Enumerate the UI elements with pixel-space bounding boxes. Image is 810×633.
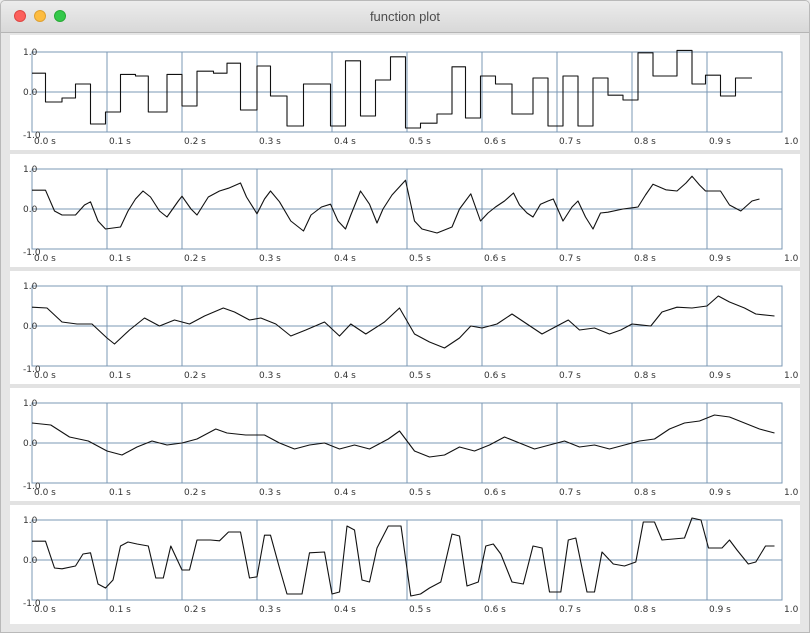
x-tick-label: 0.8 s <box>634 137 656 147</box>
x-tick-label: 0.0 s <box>34 605 56 615</box>
x-tick-label: 0.6 s <box>484 137 506 147</box>
panel-separator <box>10 384 800 388</box>
window-title: function plot <box>369 9 441 24</box>
x-tick-label: 0.9 s <box>709 254 731 264</box>
x-tick-label: 0.9 s <box>709 605 731 615</box>
x-tick-label: 0.1 s <box>109 137 131 147</box>
y-tick-label: 0.0 <box>23 439 38 449</box>
x-tick-label: 0.4 s <box>334 371 356 381</box>
x-tick-label: 0.1 s <box>109 371 131 381</box>
panel-separator <box>10 267 800 271</box>
x-tick-label: 0.1 s <box>109 605 131 615</box>
x-tick-label: 0.9 s <box>709 488 731 498</box>
x-tick-label: 0.4 s <box>334 605 356 615</box>
x-tick-label: 0.2 s <box>184 254 206 264</box>
x-tick-label: 0.9 s <box>709 137 731 147</box>
x-tick-label: 0.8 s <box>634 371 656 381</box>
x-tick-label: 0.5 s <box>409 488 431 498</box>
x-tick-label: 0.0 s <box>34 137 56 147</box>
y-tick-label: 1.0 <box>23 48 38 58</box>
x-tick-label: 0.7 s <box>559 605 581 615</box>
x-tick-label: 0.4 s <box>334 254 356 264</box>
x-tick-label: 0.3 s <box>259 137 281 147</box>
plot-panel-5: 1.00.0-1.00.0 s 0.1 s 0.2 s 0.3 s 0.4 s 0.5 s… <box>23 516 799 615</box>
x-tick-label: 0.0 s <box>34 488 56 498</box>
x-tick-label: 0.5 s <box>409 371 431 381</box>
plot-panel-2: 1.00.0-1.00.0 s 0.1 s 0.2 s 0.3 s 0.4 s 0.5 s… <box>23 165 799 264</box>
x-tick-label: 0.4 s <box>334 137 356 147</box>
series-line <box>32 175 760 234</box>
x-tick-label: 0.2 s <box>184 488 206 498</box>
y-tick-label: 0.0 <box>23 322 38 332</box>
y-tick-label: 0.0 <box>23 205 38 215</box>
series-line <box>32 49 752 129</box>
y-tick-label: 1.0 <box>23 516 38 526</box>
x-tick-label: 0.8 s <box>634 605 656 615</box>
y-tick-label: 1.0 <box>23 282 38 292</box>
x-tick-label: 0.1 s <box>109 254 131 264</box>
x-tick-label: 0.1 s <box>109 488 131 498</box>
x-tick-label: 0.9 s <box>709 371 731 381</box>
x-tick-label: 0.5 s <box>409 137 431 147</box>
x-tick-label: 0.0 s <box>34 254 56 264</box>
plot-panel-1: 1.00.0-1.00.0 s 0.1 s 0.2 s 0.3 s 0.4 s 0.5 s… <box>23 48 799 147</box>
app-window: function plot 1.0 0.0 -1.0 0.0 s 0.1 s 0.2 s0… <box>0 0 810 633</box>
panel-separator <box>10 501 800 505</box>
x-tick-label: 0.4 s <box>334 488 356 498</box>
x-tick-label: 0.3 s <box>259 488 281 498</box>
x-tick-label: 0.2 s <box>184 371 206 381</box>
x-tick-label: 1.0 <box>784 137 799 147</box>
plot-area: 1.0 0.0 -1.0 0.0 s 0.1 s 0.2 s 0.3 s 0.4 s 0.5 s… <box>10 35 800 624</box>
x-tick-label: 0.6 s <box>484 605 506 615</box>
x-tick-label: 0.8 s <box>634 488 656 498</box>
x-tick-label: 0.7 s <box>559 137 581 147</box>
x-tick-label: 0.7 s <box>559 254 581 264</box>
series-line <box>31 295 775 349</box>
y-tick-label: 0.0 <box>23 88 38 98</box>
x-tick-label: 1.0 <box>784 371 799 381</box>
title-bar[interactable]: function plot <box>1 1 809 33</box>
x-tick-label: 0.3 s <box>259 371 281 381</box>
x-tick-label: 1.0 <box>784 605 799 615</box>
x-tick-label: 0.3 s <box>259 254 281 264</box>
x-tick-label: 0.6 s <box>484 371 506 381</box>
x-tick-label: 0.5 s <box>409 605 431 615</box>
x-tick-label: 0.8 s <box>634 254 656 264</box>
series-line <box>32 517 775 597</box>
x-tick-label: 0.5 s <box>409 254 431 264</box>
x-tick-label: 0.0 s <box>34 371 56 381</box>
x-tick-label: 0.6 s <box>484 254 506 264</box>
x-tick-label: 0.6 s <box>484 488 506 498</box>
x-tick-label: 0.2 s <box>184 137 206 147</box>
y-tick-label: 1.0 <box>23 399 38 409</box>
function-plots: 1.00.0-1.00.0 s 0.1 s 0.2 s 0.3 s 0.4 s 0.5 s… <box>10 48 800 615</box>
series-line <box>31 414 775 458</box>
panel-separator <box>10 150 800 154</box>
plot-panel-3: 1.00.0-1.00.0 s 0.1 s 0.2 s 0.3 s 0.4 s 0.5 s… <box>23 282 799 381</box>
x-tick-label: 0.7 s <box>559 371 581 381</box>
x-tick-label: 1.0 <box>784 254 799 264</box>
plot-panel-4: 1.00.0-1.00.0 s 0.1 s 0.2 s 0.3 s 0.4 s 0.5 s… <box>23 399 799 498</box>
x-tick-label: 0.7 s <box>559 488 581 498</box>
x-tick-label: 1.0 <box>784 488 799 498</box>
y-tick-label: 1.0 <box>23 165 38 175</box>
y-tick-label: 0.0 <box>23 556 38 566</box>
x-tick-label: 0.3 s <box>259 605 281 615</box>
x-tick-label: 0.2 s <box>184 605 206 615</box>
